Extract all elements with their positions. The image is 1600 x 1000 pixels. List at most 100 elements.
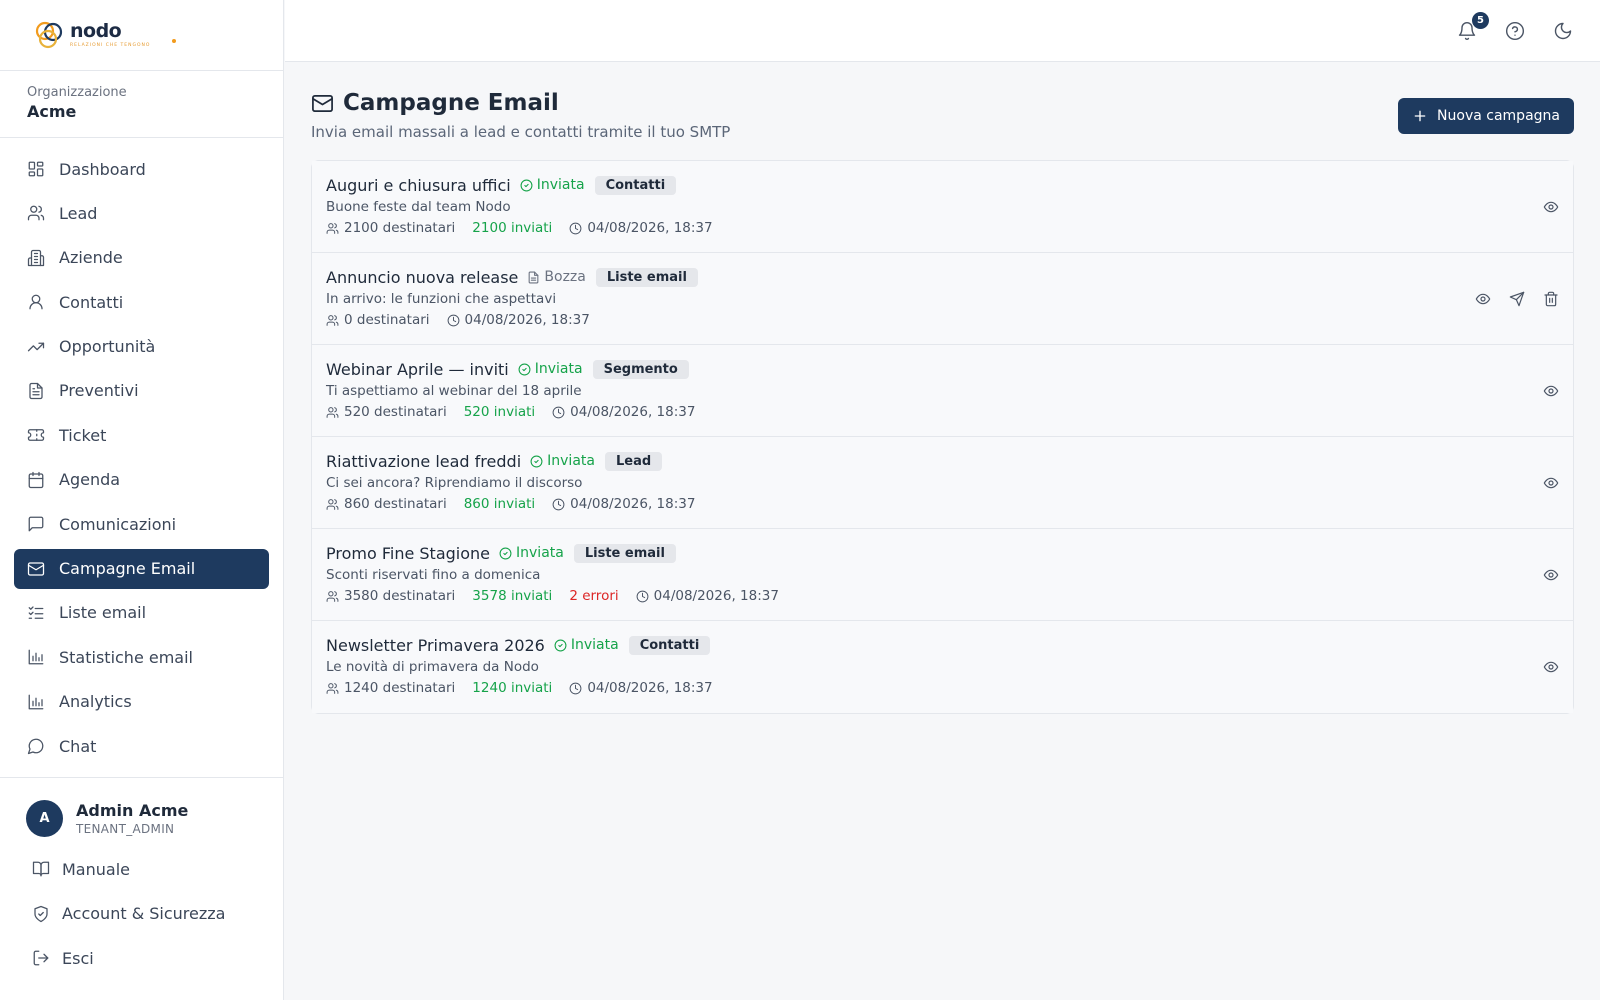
users-icon [326,682,339,694]
sidebar-item-preventivi[interactable]: Preventivi [14,371,269,411]
brand-name: nodo [70,20,122,42]
preview-button[interactable] [1541,473,1561,493]
plus-icon [1414,110,1426,122]
recipients-count: 1240 destinatari [326,680,455,696]
clock-icon [636,590,649,602]
campaign-status: Inviata [518,361,583,377]
notification-badge: 5 [1472,12,1489,29]
org-name: Acme [27,102,77,121]
sent-count: 2100 inviati [472,220,553,236]
sidebar-item-dashboard[interactable]: Dashboard [14,149,269,189]
logout-link[interactable]: Esci [26,936,284,981]
campaign-date: 04/08/2026, 18:37 [552,404,695,420]
help-icon [1505,21,1525,41]
campaign-meta: 520 destinatari 520 inviati 04/08/2026, 18… [326,404,1573,420]
send-icon [1509,291,1525,307]
message-square-icon [28,516,44,532]
sidebar-item-comunicazioni[interactable]: Comunicazioni [14,504,269,544]
campaign-name[interactable]: Riattivazione lead freddi [326,452,521,471]
organization-switcher[interactable]: Organizzazione Acme [0,71,283,138]
campaign-meta: 1240 destinatari 1240 inviati 04/08/2026, … [326,680,1573,696]
sidebar-item-contatti[interactable]: Contatti [14,282,269,322]
sidebar-item-label: Ticket [59,425,107,445]
dashboard-icon [28,161,44,177]
preview-button[interactable] [1541,197,1561,217]
user-icon [29,294,43,310]
sent-count: 860 inviati [463,496,536,512]
help-button[interactable] [1503,19,1527,43]
campaign-name[interactable]: Webinar Aprile — inviti [326,360,509,379]
campaign-status: Bozza [527,269,586,285]
org-label: Organizzazione [27,85,127,100]
audience-tag: Contatti [594,175,677,195]
sidebar-item-statistiche-email[interactable]: Statistiche email [14,637,269,677]
bar-chart-icon [28,694,44,710]
recipients-count: 0 destinatari [326,312,430,328]
sidebar-item-lead[interactable]: Lead [14,193,269,233]
account-security-link[interactable]: Account & Sicurezza [26,892,284,937]
campaign-status: Inviata [530,453,595,469]
campaign-name[interactable]: Promo Fine Stagione [326,544,490,563]
users-icon [326,590,339,602]
error-count: 2 errori [569,588,619,604]
preview-button[interactable] [1473,289,1493,309]
shield-icon [34,905,48,922]
sidebar-item-label: Campagne Email [59,559,196,579]
nodo-logo-icon [34,20,64,50]
date-label: 04/08/2026, 18:37 [570,404,696,420]
sidebar-item-ticket[interactable]: Ticket [14,415,269,455]
campaign-row[interactable]: Newsletter Primavera 2026 Inviata Contatti… [312,621,1573,713]
main-content: Campagne Email Invia email massali a lea… [285,62,1600,1000]
user-role: TENANT_ADMIN [76,822,175,836]
sidebar-item-liste-email[interactable]: Liste email [14,593,269,633]
campaign-name[interactable]: Auguri e chiusura uffici [326,176,511,195]
campaign-status: Inviata [499,545,564,561]
sidebar-item-agenda[interactable]: Agenda [14,460,269,500]
campaign-name[interactable]: Annuncio nuova release [326,268,518,287]
campaign-row[interactable]: Webinar Aprile — inviti Inviata Segmento Ti… [312,345,1573,437]
new-campaign-button[interactable]: Nuova campagna [1398,98,1574,134]
check-circle-icon [554,639,567,651]
check-circle-icon [499,547,512,559]
campaign-meta: 0 destinatari 04/08/2026, 18:37 [326,312,1573,328]
manual-link[interactable]: Manuale [26,847,284,892]
campaign-status-label: Inviata [570,637,619,653]
campaign-row[interactable]: Annuncio nuova release Bozza Liste email In… [312,253,1573,345]
sidebar-item-label: Dashboard [59,159,146,179]
logo[interactable]: nodo RELAZIONI CHE TENGONO [0,0,283,71]
audience-tag: Lead [604,451,663,471]
preview-button[interactable] [1541,381,1561,401]
document-icon [29,382,43,400]
sidebar-item-label: Liste email [59,603,147,623]
page-title: Campagne Email [343,90,559,116]
row-actions [1527,657,1561,677]
clock-icon [569,222,582,234]
sidebar-item-label: Lead [59,203,98,223]
eye-icon [1543,569,1559,581]
row-actions [1527,381,1561,401]
user-profile[interactable]: A Admin Acme TENANT_ADMIN [26,800,284,837]
delete-button[interactable] [1541,289,1561,309]
sidebar-item-opportunita[interactable]: Opportunità [14,327,269,367]
campaign-row[interactable]: Auguri e chiusura uffici Inviata Contatti B… [312,161,1573,253]
theme-toggle[interactable] [1551,19,1575,43]
sent-count: 1240 inviati [472,680,553,696]
sidebar-item-campagne-email[interactable]: Campagne Email [14,548,269,589]
campaign-row[interactable]: Riattivazione lead freddi Inviata Lead Ci s… [312,437,1573,529]
campaign-row[interactable]: Promo Fine Stagione Inviata Liste email Sco… [312,529,1573,621]
sidebar-item-aziende[interactable]: Aziende [14,238,269,278]
preview-button[interactable] [1541,565,1561,585]
campaign-date: 04/08/2026, 18:37 [447,312,590,328]
send-button[interactable] [1507,289,1527,309]
user-name: Admin Acme [76,801,189,820]
sidebar-item-chat[interactable]: Chat [14,726,269,766]
topbar: 5 [285,0,1600,62]
trending-icon [27,342,45,351]
preview-button[interactable] [1541,657,1561,677]
notifications-button[interactable]: 5 [1455,12,1489,43]
recipients-label: 3580 destinatari [344,588,456,604]
campaign-name[interactable]: Newsletter Primavera 2026 [326,636,545,655]
sidebar-item-analytics[interactable]: Analytics [14,682,269,722]
book-icon [32,861,50,877]
recipients-label: 860 destinatari [344,496,447,512]
